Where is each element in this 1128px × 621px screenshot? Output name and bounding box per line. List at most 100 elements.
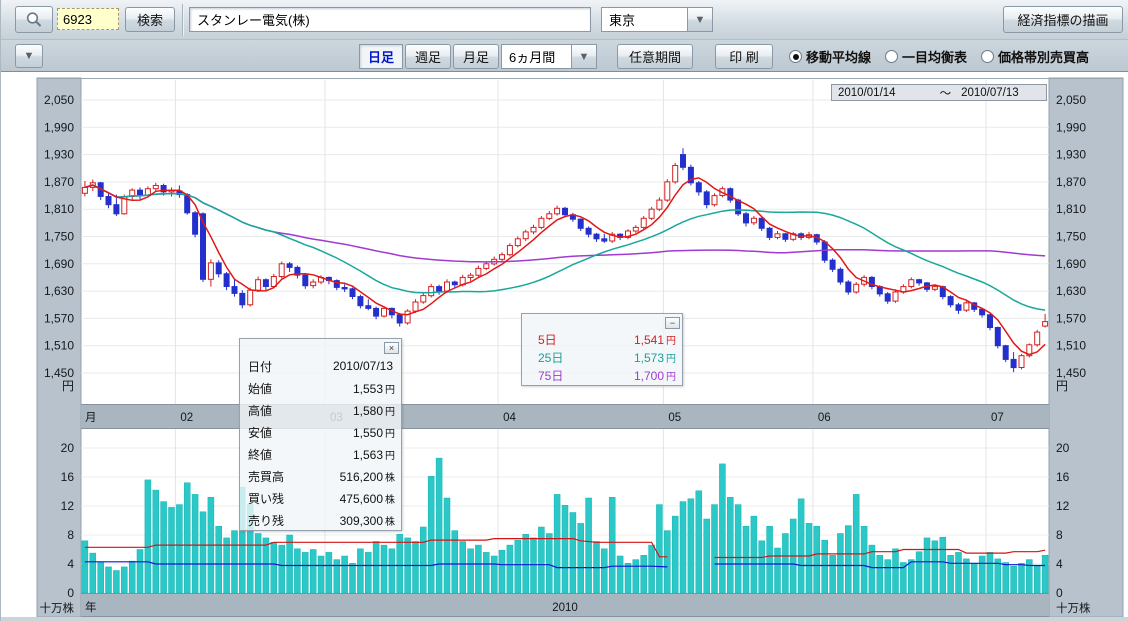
chevron-down-icon[interactable]: ▼ xyxy=(571,44,597,69)
tab-daily[interactable]: 日足 xyxy=(359,44,403,69)
ma-legend-panel: − 5日 1,541円 25日 1,573円 75日 1,700円 xyxy=(521,313,683,386)
svg-text:年: 年 xyxy=(85,600,97,614)
ma-period-label: 25日 xyxy=(538,349,563,366)
svg-text:05: 05 xyxy=(668,412,681,424)
svg-text:1,510: 1,510 xyxy=(1056,339,1086,353)
tooltip-label: 始値 xyxy=(248,380,272,397)
svg-text:12: 12 xyxy=(1056,499,1070,513)
tooltip-value: 1,580円 xyxy=(353,403,395,418)
exchange-select[interactable]: 東京 ▼ xyxy=(601,7,713,32)
svg-text:1,750: 1,750 xyxy=(1056,230,1086,244)
date-range-start: 2010/01/14 xyxy=(838,87,896,99)
tab-monthly[interactable]: 月足 xyxy=(453,44,499,69)
price-tooltip-rows: 日付 2010/07/13 始値1,553円高値 1,580円安値 1,550円終値 1,… xyxy=(240,355,401,531)
svg-text:1,750: 1,750 xyxy=(44,230,74,244)
svg-text:1,690: 1,690 xyxy=(44,257,74,271)
svg-text:8: 8 xyxy=(67,528,74,542)
period-select[interactable]: 6ヵ月間 ▼ xyxy=(501,44,597,69)
svg-text:4: 4 xyxy=(67,557,74,571)
tooltip-value: 475,600株 xyxy=(340,491,395,506)
radio-unselected-icon xyxy=(981,50,994,63)
tooltip-label: 日付 xyxy=(248,358,272,375)
date-range-box: 2010/01/14 ～ 2010/07/13 xyxy=(831,84,1047,101)
toolbar-second: ▼ 日足 週足 月足 6ヵ月間 ▼ 任意期間 印 刷 移動平均線 一目均衡表 価… xyxy=(1,40,1128,72)
period-select-value: 6ヵ月間 xyxy=(501,44,571,69)
svg-text:1,450: 1,450 xyxy=(44,366,74,380)
indicator-radio-group: 移動平均線 一目均衡表 価格帯別売買高 xyxy=(789,44,1089,69)
collapse-arrow-button[interactable]: ▼ xyxy=(15,44,43,68)
tooltip-label: 売り残 xyxy=(248,512,284,529)
svg-text:1,570: 1,570 xyxy=(1056,311,1086,325)
custom-period-button[interactable]: 任意期間 xyxy=(617,44,693,69)
svg-text:1,810: 1,810 xyxy=(1056,202,1086,216)
ma-value: 1,700円 xyxy=(634,368,676,383)
tooltip-value: 309,300株 xyxy=(340,513,395,528)
svg-text:1,690: 1,690 xyxy=(1056,257,1086,271)
svg-text:16: 16 xyxy=(1056,470,1070,484)
search-icon-button[interactable] xyxy=(15,6,53,33)
print-button[interactable]: 印 刷 xyxy=(715,44,773,69)
tooltip-row: 始値1,553円 xyxy=(240,377,401,399)
search-button[interactable]: 検索 xyxy=(125,7,175,32)
svg-text:04: 04 xyxy=(503,412,516,424)
radio-ichimoku[interactable]: 一目均衡表 xyxy=(885,47,967,66)
svg-text:0: 0 xyxy=(1056,586,1063,600)
price-tooltip-panel: × 日付 2010/07/13 始値1,553円高値 1,580円安値 1,550円終値… xyxy=(239,338,402,531)
tab-weekly[interactable]: 週足 xyxy=(405,44,451,69)
tooltip-row: 日付 2010/07/13 xyxy=(240,355,401,377)
svg-text:16: 16 xyxy=(61,470,75,484)
ma-period-label: 5日 xyxy=(538,331,557,348)
svg-text:8: 8 xyxy=(1056,528,1063,542)
radio-moving-average[interactable]: 移動平均線 xyxy=(789,47,871,66)
svg-text:1,510: 1,510 xyxy=(44,339,74,353)
tooltip-value: 1,550円 xyxy=(353,425,395,440)
ma-value: 1,573円 xyxy=(634,350,676,365)
ma-period-label: 75日 xyxy=(538,367,563,384)
svg-text:1,870: 1,870 xyxy=(1056,175,1086,189)
ma75-line xyxy=(85,185,1045,262)
ma-legend-row: 75日 1,700円 xyxy=(522,366,682,384)
tooltip-row: 安値 1,550円 xyxy=(240,421,401,443)
ma-value: 1,541円 xyxy=(634,332,676,347)
economic-indicator-button[interactable]: 経済指標の描画 xyxy=(1003,6,1123,33)
svg-text:1,930: 1,930 xyxy=(1056,148,1086,162)
svg-text:4: 4 xyxy=(1056,557,1063,571)
svg-text:円: 円 xyxy=(1056,379,1068,393)
svg-text:2010: 2010 xyxy=(552,602,578,614)
svg-text:月: 月 xyxy=(85,412,97,424)
close-icon[interactable]: × xyxy=(384,342,399,354)
radio-selected-icon xyxy=(789,50,802,63)
tooltip-row: 高値 1,580円 xyxy=(240,399,401,421)
svg-text:20: 20 xyxy=(61,441,75,455)
svg-text:12: 12 xyxy=(61,499,75,513)
ma-legend-header: − xyxy=(522,314,682,330)
tooltip-value: 2010/07/13 xyxy=(333,359,395,373)
svg-text:20: 20 xyxy=(1056,441,1070,455)
stock-code-input[interactable] xyxy=(57,8,119,30)
search-icon xyxy=(25,11,43,29)
svg-text:1,450: 1,450 xyxy=(1056,366,1086,380)
minimize-icon[interactable]: − xyxy=(665,317,680,329)
tooltip-value: 516,200株 xyxy=(340,469,395,484)
stock-chart-application: 検索 東京 ▼ 経済指標の描画 ▼ 日足 週足 月足 6ヵ月間 ▼ 任意期間 印… xyxy=(0,0,1128,621)
svg-text:円: 円 xyxy=(62,379,74,393)
tooltip-label: 終値 xyxy=(248,446,272,463)
chevron-down-icon[interactable]: ▼ xyxy=(687,7,713,32)
stock-name-input[interactable] xyxy=(189,7,591,32)
svg-text:02: 02 xyxy=(180,412,193,424)
svg-text:1,630: 1,630 xyxy=(1056,284,1086,298)
svg-text:1,810: 1,810 xyxy=(44,202,74,216)
tooltip-label: 高値 xyxy=(248,402,272,419)
date-range-end: 2010/07/13 xyxy=(961,87,1019,99)
svg-text:1,570: 1,570 xyxy=(44,311,74,325)
tooltip-value: 1,563円 xyxy=(353,447,395,462)
toolbar-top: 検索 東京 ▼ 経済指標の描画 xyxy=(1,0,1128,40)
radio-volume-by-price[interactable]: 価格帯別売買高 xyxy=(981,47,1089,66)
svg-text:1,870: 1,870 xyxy=(44,175,74,189)
ma-legend-row: 5日 1,541円 xyxy=(522,330,682,348)
svg-text:07: 07 xyxy=(991,412,1004,424)
date-range-tilde: ～ xyxy=(940,85,952,101)
svg-text:0: 0 xyxy=(67,586,74,600)
tooltip-label: 安値 xyxy=(248,424,272,441)
svg-text:2,050: 2,050 xyxy=(44,93,74,107)
